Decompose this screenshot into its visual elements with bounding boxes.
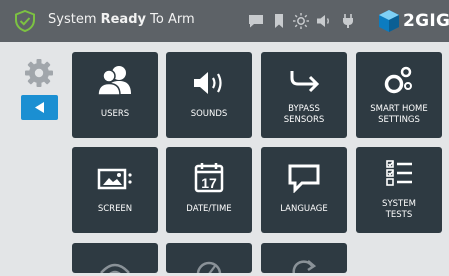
bypass-sensors-label: BYPASS SENSORS [283,104,325,125]
power-plug-icon[interactable] [339,12,357,30]
smart-home-icon [384,66,412,94]
speaker-icon [194,72,222,94]
brightness-icon[interactable] [292,12,310,30]
users-label: USERS [100,109,130,119]
smart-home-settings-tile[interactable]: SMART HOME SETTINGS [356,52,442,138]
language-label: LANGUAGE [280,204,328,214]
hidden-tile[interactable] [166,243,252,273]
brand-logo: 2GIG [376,8,449,34]
bookmark-icon[interactable] [270,12,288,30]
message-icon[interactable] [247,12,265,30]
system-status-text: System Ready To Arm [48,12,195,27]
calendar-icon: 17 [194,163,224,193]
system-tests-tile[interactable]: SYSTEM TESTS [356,147,442,233]
bypass-sensors-tile[interactable]: BYPASS SENSORS [261,52,347,138]
date-time-tile[interactable]: 17 DATE/TIME [166,147,252,233]
sounds-label: SOUNDS [190,109,228,119]
date-time-label: DATE/TIME [186,204,232,214]
back-arrow-icon [35,102,44,113]
system-tests-label: SYSTEM TESTS [382,199,416,220]
language-tile[interactable]: LANGUAGE [261,147,347,233]
users-icon [97,66,131,96]
gauge-icon [196,261,222,273]
refresh-icon [292,260,317,273]
screen-image-icon [97,168,132,190]
screen-label: SCREEN [97,204,133,214]
back-button[interactable] [21,95,58,120]
speech-bubble-icon [288,164,320,193]
status-bar: System Ready To Arm 2GIG [0,0,449,42]
gear-icon[interactable] [24,58,54,88]
wifi-tile[interactable] [72,243,158,273]
screen-tile[interactable]: SCREEN [72,147,158,233]
sounds-tile[interactable]: SOUNDS [166,52,252,138]
shield-check-icon [15,10,35,32]
users-tile[interactable]: USERS [72,52,158,138]
bypass-arrow-icon [290,71,320,93]
volume-icon[interactable] [315,12,333,30]
smart-home-settings-label: SMART HOME SETTINGS [370,104,428,125]
2gig-logo [379,10,399,32]
wifi-icon [100,263,130,273]
svg-text:17: 17 [201,175,217,191]
refresh-tile[interactable] [261,243,347,273]
checklist-icon [386,160,412,186]
